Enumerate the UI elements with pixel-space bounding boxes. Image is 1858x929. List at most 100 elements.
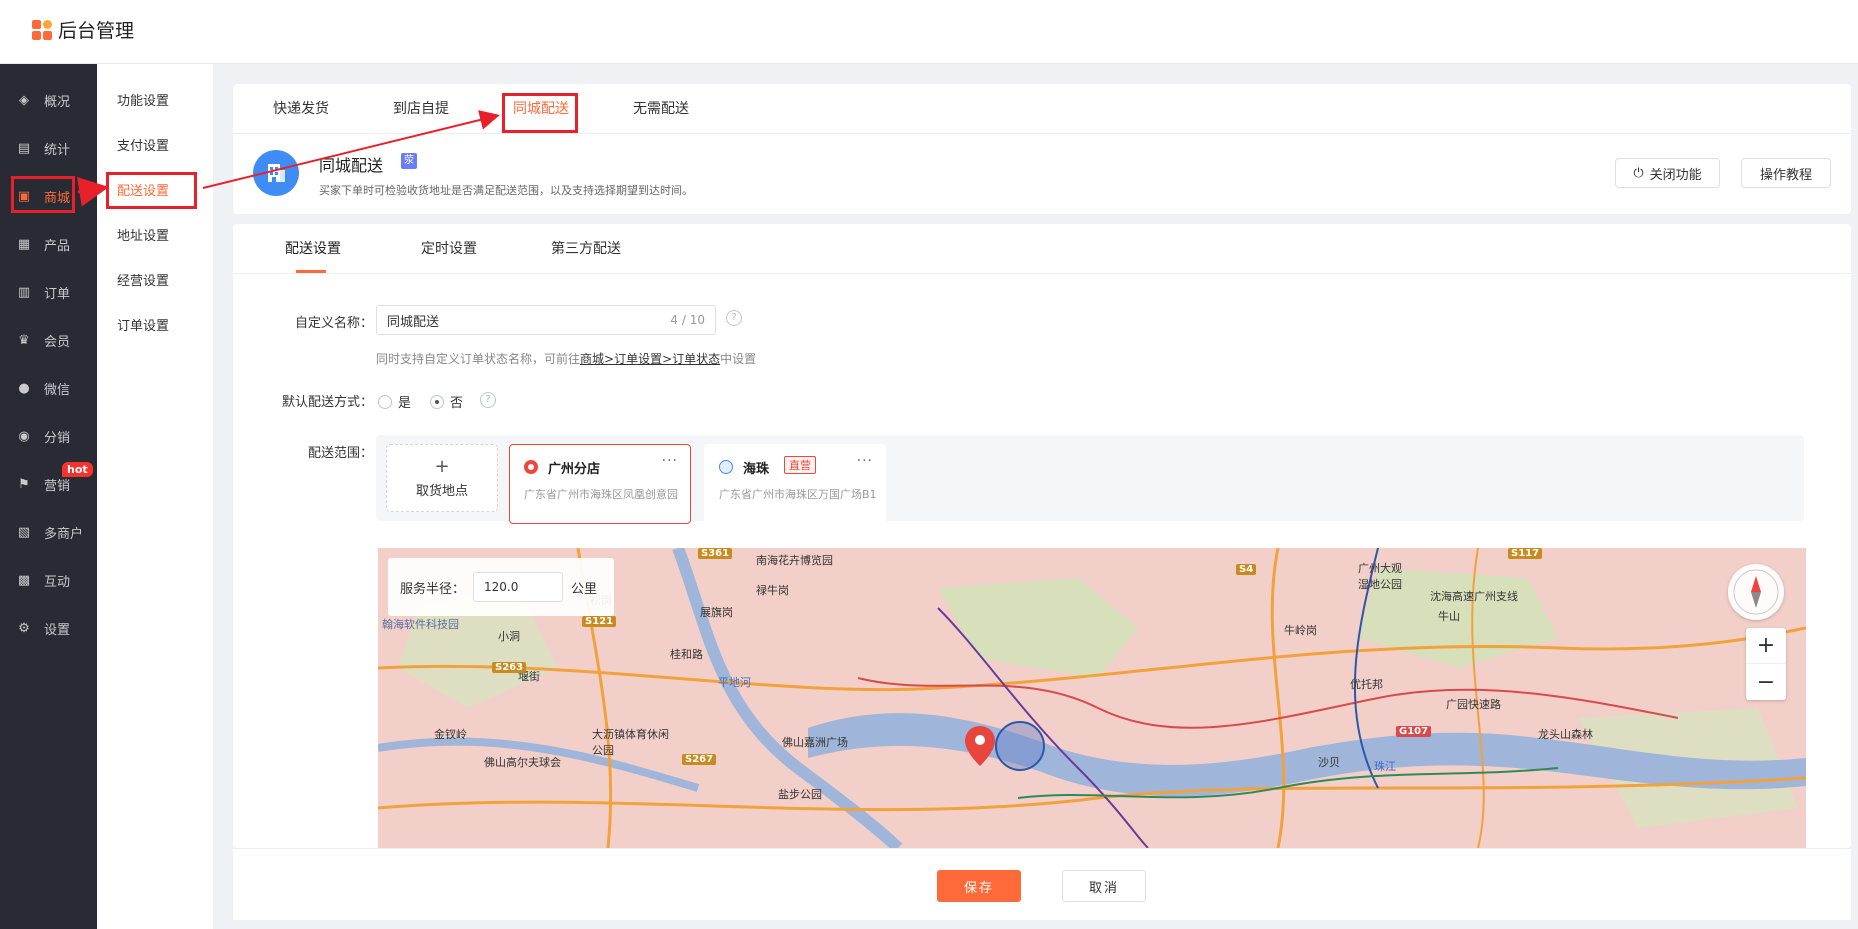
- app-logo: 后台管理: [32, 16, 134, 43]
- subnav-item-business[interactable]: 经营设置: [97, 257, 213, 302]
- delivery-settings-card: 配送设置 定时设置 第三方配送 自定义名称： 同城配送 4 / 10 ? 同时支…: [233, 224, 1851, 848]
- custom-name-input[interactable]: 同城配送 4 / 10: [376, 305, 716, 335]
- sidebar-item-members[interactable]: ♛ 会员: [0, 316, 97, 364]
- app-title: 后台管理: [58, 20, 135, 42]
- map-place-label: 小洞: [498, 630, 520, 643]
- subnav-item-function[interactable]: 功能设置: [97, 77, 213, 122]
- subnav-item-payment[interactable]: 支付设置: [97, 122, 213, 167]
- tab-local-delivery[interactable]: 同城配送: [513, 84, 569, 134]
- subnav-item-order[interactable]: 订单设置: [97, 302, 213, 347]
- service-radius-panel: 服务半径： 120.0 公里: [388, 558, 614, 616]
- sidebar-item-settings[interactable]: ⚙ 设置: [0, 604, 97, 652]
- flag-icon: ⚑: [18, 476, 30, 492]
- feature-tag: 荥: [401, 153, 417, 169]
- help-icon[interactable]: ?: [480, 392, 496, 408]
- order-status-link[interactable]: 商城>订单设置>订单状态: [580, 352, 720, 366]
- map-place-label: 沙贝: [1318, 756, 1340, 769]
- map-place-label: 广州大观湿地公园: [1358, 562, 1402, 591]
- map-place-label: 龙头山森林: [1538, 728, 1593, 741]
- service-radius-label: 服务半径：: [400, 581, 466, 597]
- radio-circle: [378, 394, 392, 409]
- order-icon: ▥: [17, 284, 31, 300]
- sidebar-item-store[interactable]: ▣ 商城: [0, 172, 97, 220]
- map-place-label: 珠江: [1374, 760, 1396, 773]
- power-icon: ⏻: [1633, 165, 1644, 181]
- sub-navigation: 功能设置 支付设置 配送设置 地址设置 经营设置 订单设置: [97, 64, 213, 929]
- crown-icon: ♛: [18, 332, 30, 348]
- map-place-label: 牛岭岗: [1284, 624, 1317, 637]
- map-place-label: 佛山嘉洲广场: [782, 736, 848, 749]
- tab-store-pickup[interactable]: 到店自提: [393, 84, 449, 134]
- subnav-item-delivery[interactable]: 配送设置: [97, 167, 213, 212]
- tab-timing-settings[interactable]: 定时设置: [421, 224, 477, 274]
- chart-icon: ▤: [17, 140, 31, 156]
- sidebar-item-multi-merchant[interactable]: ▧ 多商户: [0, 508, 97, 556]
- subnav-item-address[interactable]: 地址设置: [97, 212, 213, 257]
- sidebar-item-distribution[interactable]: ◉ 分销: [0, 412, 97, 460]
- radio-unselected-icon: [719, 460, 733, 474]
- delivery-range-map[interactable]: 南海花卉博览园 禄牛岗 松岗 展旗岗 翰海软件科技园 小洞 堰街 桂和路 平地河…: [378, 548, 1806, 848]
- more-icon[interactable]: ···: [857, 453, 873, 469]
- sidebar-item-stats[interactable]: ▤ 统计: [0, 124, 97, 172]
- feature-title: 同城配送: [319, 156, 384, 175]
- help-icon[interactable]: ?: [726, 310, 742, 326]
- map-place-label: 大沥镇体育休闲公园: [592, 728, 669, 757]
- delivery-type-card: 快递发货 到店自提 同城配送 无需配送 同城配送 荥 买家下单时可检验收货地址是…: [233, 84, 1851, 214]
- layers-icon: ◈: [19, 92, 29, 108]
- road-number-tag: S361: [698, 548, 733, 559]
- cancel-button[interactable]: 取消: [1062, 870, 1146, 902]
- map-place-label: 盐步公园: [778, 788, 822, 801]
- add-pickup-button[interactable]: + 取货地点: [386, 444, 498, 512]
- sidebar-item-products[interactable]: ▦ 产品: [0, 220, 97, 268]
- tab-no-delivery[interactable]: 无需配送: [633, 84, 689, 134]
- map-zoom-control: + −: [1746, 628, 1786, 700]
- sidebar-item-wechat[interactable]: ● 微信: [0, 364, 97, 412]
- grid-icon: ▦: [17, 236, 31, 252]
- map-place-label: 桂和路: [670, 648, 703, 661]
- map-place-label: 展旗岗: [700, 606, 733, 619]
- store-icon: ▣: [17, 188, 31, 204]
- gear-icon: ⚙: [18, 620, 30, 636]
- tutorial-button[interactable]: 操作教程: [1741, 158, 1831, 188]
- map-place-label: 优托邦: [1350, 678, 1383, 691]
- active-tab-indicator: [296, 270, 326, 273]
- zoom-out-button[interactable]: −: [1746, 664, 1786, 700]
- compass-icon[interactable]: [1728, 564, 1784, 620]
- radio-yes[interactable]: 是: [378, 392, 411, 411]
- store-card-haizhu[interactable]: 海珠 直营 ··· 广东省广州市海珠区万国广场B1: [704, 444, 886, 524]
- settings-tabs: 配送设置 定时设置 第三方配送: [233, 224, 1851, 274]
- interact-icon: ▩: [17, 572, 31, 588]
- store-card-guangzhou[interactable]: 广州分店 ··· 广东省广州市海珠区凤凰创意园: [509, 444, 691, 524]
- radio-circle-checked: [430, 394, 444, 409]
- map-place-label: 广园快速路: [1446, 698, 1501, 711]
- map-place-label: 佛山高尔夫球会: [484, 756, 561, 769]
- radio-no[interactable]: 否: [430, 392, 463, 411]
- more-icon[interactable]: ···: [662, 453, 678, 469]
- delivery-type-tabs: 快递发货 到店自提 同城配送 无需配送: [233, 84, 1851, 134]
- hot-badge: hot: [62, 462, 93, 477]
- form-footer: 保存 取消: [233, 848, 1851, 920]
- plus-icon: +: [434, 455, 450, 477]
- close-feature-button[interactable]: ⏻ 关闭功能: [1615, 158, 1720, 188]
- zoom-in-button[interactable]: +: [1746, 628, 1786, 664]
- save-button[interactable]: 保存: [937, 870, 1021, 902]
- service-radius-input[interactable]: 120.0: [473, 572, 564, 602]
- map-place-label: 沈海高速广州支线: [1430, 590, 1518, 603]
- sidebar-item-overview[interactable]: ◈ 概况: [0, 76, 97, 124]
- sidebar-item-orders[interactable]: ▥ 订单: [0, 268, 97, 316]
- shop-icon: ▧: [17, 524, 31, 540]
- delivery-range-label: 配送范围：: [307, 446, 373, 461]
- map-place-label: 牛山: [1438, 610, 1460, 623]
- map-place-label: 翰海软件科技园: [382, 618, 459, 631]
- custom-name-hint: 同时支持自定义订单状态名称，可前往商城>订单设置>订单状态中设置: [376, 352, 757, 366]
- sidebar-item-interaction[interactable]: ▩ 互动: [0, 556, 97, 604]
- tab-express[interactable]: 快递发货: [273, 84, 329, 134]
- building-icon: [253, 150, 299, 196]
- map-place-label: 禄牛岗: [756, 584, 789, 597]
- location-pin-icon[interactable]: [962, 724, 998, 768]
- sidebar-item-marketing[interactable]: ⚑ 营销 hot: [0, 460, 97, 508]
- road-number-tag: S121: [582, 616, 617, 627]
- road-number-tag: G107: [1396, 726, 1432, 737]
- tab-third-party[interactable]: 第三方配送: [551, 224, 621, 274]
- tab-delivery-settings[interactable]: 配送设置: [285, 224, 341, 274]
